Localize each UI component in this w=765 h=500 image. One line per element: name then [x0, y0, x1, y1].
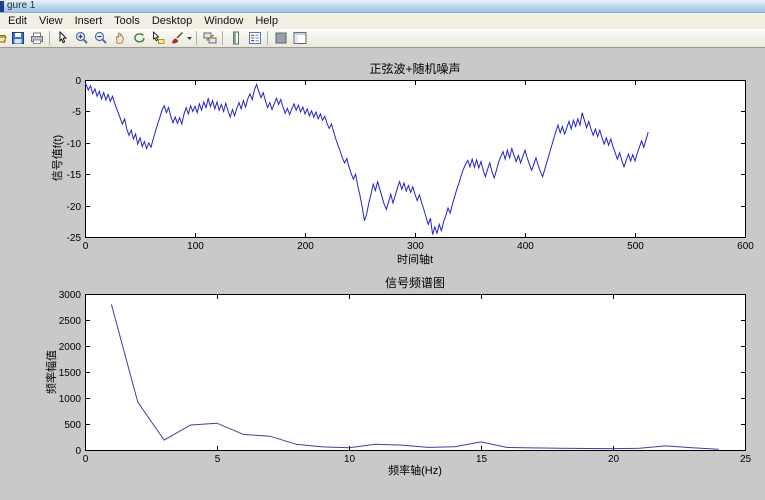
toolbar-separator — [267, 31, 268, 45]
top-chart-title: 正弦波+随机噪声 — [369, 62, 461, 76]
link-plot-icon[interactable] — [200, 30, 219, 47]
toolbar-separator — [49, 31, 50, 45]
svg-text:-20: -20 — [67, 202, 82, 213]
bottom-chart-ylabel: 频率幅值 — [46, 350, 58, 394]
window-title: gure 1 — [7, 0, 36, 11]
svg-text:0: 0 — [75, 446, 81, 457]
hide-plot-tools-icon[interactable] — [271, 30, 290, 47]
svg-text:-5: -5 — [72, 107, 81, 118]
svg-text:1500: 1500 — [59, 368, 82, 379]
top-chart-ylabel: 信号值f(t) — [52, 134, 64, 182]
svg-text:3000: 3000 — [59, 290, 82, 301]
top-chart-xlabel: 时间轴t — [396, 254, 434, 266]
menu-item-tools[interactable]: Tools — [110, 14, 148, 28]
menu-item-help[interactable]: Help — [251, 14, 286, 28]
menu-item-desktop[interactable]: Desktop — [148, 14, 200, 28]
bottom-chart-xlabel: 频率轴(Hz) — [388, 465, 442, 477]
figure-canvas: 0 100 200 300 400 500 600 0 -5 -10 -15 -20 -25 0 5 10 15… — [0, 48, 765, 500]
svg-text:-10: -10 — [67, 139, 82, 150]
svg-text:500: 500 — [64, 420, 81, 431]
zoom-in-icon[interactable] — [72, 30, 91, 47]
rotate-3d-icon[interactable] — [129, 30, 148, 47]
svg-text:2000: 2000 — [59, 342, 82, 353]
brush-data-icon[interactable] — [167, 30, 186, 47]
zoom-out-icon[interactable] — [91, 30, 110, 47]
pan-hand-icon[interactable] — [110, 30, 129, 47]
toolbar-separator — [222, 31, 223, 45]
open-file-icon[interactable] — [0, 30, 8, 47]
window-icon — [0, 0, 4, 12]
svg-text:-15: -15 — [67, 170, 82, 181]
insert-colorbar-icon[interactable] — [226, 30, 245, 47]
print-icon[interactable] — [27, 30, 46, 47]
svg-text:1000: 1000 — [59, 394, 82, 405]
edit-plot-cursor-icon[interactable] — [53, 30, 72, 47]
menu-item-window[interactable]: Window — [200, 14, 251, 28]
show-plot-tools-icon[interactable] — [290, 30, 309, 47]
svg-text:0: 0 — [75, 76, 81, 87]
brush-dropdown-caret[interactable] — [186, 30, 193, 47]
menu-bar: Edit View Insert Tools Desktop Window Help — [0, 13, 765, 29]
save-icon[interactable] — [8, 30, 27, 47]
toolbar — [0, 29, 765, 48]
toolbar-separator — [196, 31, 197, 45]
bottom-chart-title: 信号频谱图 — [384, 276, 445, 290]
menu-item-view[interactable]: View — [35, 14, 71, 28]
menu-item-edit[interactable]: Edit — [4, 14, 35, 28]
menu-item-insert[interactable]: Insert — [71, 14, 111, 28]
data-cursor-icon[interactable] — [148, 30, 167, 47]
insert-legend-icon[interactable] — [245, 30, 264, 47]
svg-text:-25: -25 — [67, 233, 82, 244]
window-titlebar[interactable]: gure 1 — [0, 0, 765, 13]
svg-text:2500: 2500 — [59, 316, 82, 327]
